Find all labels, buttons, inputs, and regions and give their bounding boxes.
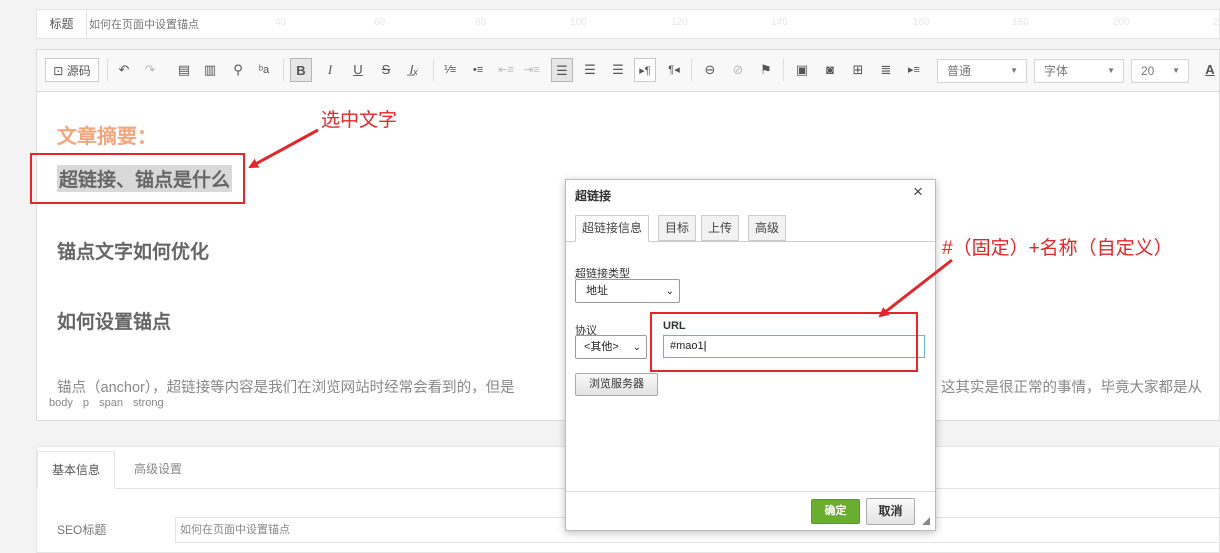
- toolbar-separator: [283, 59, 284, 81]
- paste-text-icon[interactable]: ▥: [199, 58, 221, 82]
- seo-title-label: SEO标题: [57, 523, 107, 537]
- annotation-box-selection: [30, 153, 245, 204]
- italic-button[interactable]: I: [319, 58, 341, 82]
- text-color-icon[interactable]: A: [1199, 58, 1220, 82]
- toolbar-separator: [783, 59, 784, 81]
- editor-toolbar: ⊡ 源码 ↶ ↷ ▤ ▥ ⚲ ᵇa B I U S I̲ₓ ⅟≡ •≡ ⇤≡ ⇥…: [37, 50, 1219, 92]
- chevron-down-icon: ▼: [1010, 66, 1018, 75]
- path-item[interactable]: body: [49, 397, 73, 409]
- underline-button[interactable]: U: [347, 58, 369, 82]
- path-item[interactable]: span: [99, 397, 123, 409]
- anchor-flag-icon[interactable]: ⚑: [755, 58, 777, 82]
- tab-link-info[interactable]: 超链接信息: [575, 215, 650, 242]
- tab-advanced-settings[interactable]: 高级设置: [120, 451, 196, 489]
- annotation-url-hint: #（固定）+名称（自定义）: [942, 238, 1173, 259]
- toolbar-separator: [107, 59, 108, 81]
- size-select-value: 20: [1141, 64, 1155, 78]
- table-icon[interactable]: ⊞: [847, 58, 869, 82]
- browse-server-button[interactable]: 浏览服务器: [575, 373, 658, 396]
- align-center-icon[interactable]: ☰: [579, 58, 601, 82]
- unlink-icon[interactable]: ⊘: [727, 58, 749, 82]
- remove-format-icon[interactable]: I̲ₓ: [403, 58, 425, 82]
- title-input[interactable]: [89, 14, 609, 34]
- page: 40 60 80 100 120 140 160 180 200 2 标题 ⊡ …: [0, 0, 1220, 553]
- toolbar-separator: [433, 59, 434, 81]
- ruler-mark: 160: [913, 17, 930, 28]
- font-select-value: 字体: [1044, 64, 1069, 78]
- strikethrough-button[interactable]: S: [375, 58, 397, 82]
- ltr-icon[interactable]: ▸¶: [634, 58, 656, 82]
- horizontal-rule-icon[interactable]: ≣: [875, 58, 897, 82]
- ruler-mark: 200: [1113, 17, 1130, 28]
- link-icon[interactable]: ⊖: [699, 58, 721, 82]
- chevron-down-icon: ▼: [1172, 66, 1180, 75]
- chevron-down-icon: ⌄: [665, 286, 674, 297]
- ruler-mark: 2: [1213, 17, 1219, 28]
- numbered-list-icon[interactable]: ⅟≡: [439, 58, 461, 82]
- dialog-title: 超链接: [575, 189, 612, 203]
- link-type-value: 地址: [586, 285, 608, 297]
- bullet-list-icon[interactable]: •≡: [467, 58, 489, 82]
- bold-button[interactable]: B: [290, 58, 312, 82]
- link-type-select[interactable]: 地址 ⌄: [575, 279, 680, 303]
- find-icon[interactable]: ⚲: [227, 58, 249, 82]
- protocol-value: <其他>: [584, 341, 619, 353]
- ok-button[interactable]: 确定: [811, 499, 860, 524]
- protocol-select[interactable]: <其他> ⌄: [575, 335, 647, 359]
- align-right-icon[interactable]: ☰: [607, 58, 629, 82]
- resize-handle-icon[interactable]: [922, 517, 930, 525]
- format-select-value: 普通: [947, 64, 972, 78]
- close-icon[interactable]: ×: [909, 183, 927, 201]
- paragraph-right: 这其实是很正常的事情，毕竟大家都是从: [941, 380, 1202, 396]
- ruler-mark: 180: [1012, 17, 1029, 28]
- title-label: 标题: [37, 10, 87, 38]
- align-left-icon[interactable]: ☰: [551, 58, 573, 82]
- cancel-button[interactable]: 取消: [866, 498, 915, 525]
- outdent-icon[interactable]: ⇤≡: [495, 58, 517, 82]
- replace-icon[interactable]: ᵇa: [253, 58, 275, 82]
- indent-icon[interactable]: ⇥≡: [521, 58, 543, 82]
- paste-icon[interactable]: ▤: [173, 58, 195, 82]
- format-select[interactable]: 普通 ▼: [937, 59, 1027, 83]
- page-break-icon[interactable]: ▸≡: [903, 58, 925, 82]
- dialog-footer: 确定 取消: [566, 491, 935, 530]
- redo-icon[interactable]: ↷: [139, 58, 161, 82]
- flash-icon[interactable]: ◙: [819, 58, 841, 82]
- rtl-icon[interactable]: ¶◂: [663, 58, 685, 82]
- title-row: 40 60 80 100 120 140 160 180 200 2 标题: [36, 9, 1220, 39]
- tab-upload[interactable]: 上传: [701, 215, 740, 241]
- annotation-select-text: 选中文字: [321, 110, 398, 131]
- source-icon: ⊡: [53, 64, 64, 78]
- chevron-down-icon: ⌄: [632, 342, 641, 353]
- heading: 如何设置锚点: [57, 312, 172, 333]
- size-select[interactable]: 20 ▼: [1131, 59, 1189, 83]
- ruler-mark: 140: [771, 17, 788, 28]
- undo-icon[interactable]: ↶: [113, 58, 135, 82]
- source-button[interactable]: ⊡ 源码: [45, 58, 99, 82]
- ruler-mark: 120: [671, 17, 688, 28]
- tab-advanced[interactable]: 高级: [748, 215, 787, 241]
- annotation-box-url: [650, 312, 918, 372]
- dialog-tabs: 超链接信息 目标 上传 高级: [566, 215, 935, 242]
- heading: 锚点文字如何优化: [57, 242, 210, 263]
- tab-basic-info[interactable]: 基本信息: [37, 451, 116, 489]
- chevron-down-icon: ▼: [1107, 66, 1115, 75]
- tab-target[interactable]: 目标: [658, 215, 697, 241]
- image-icon[interactable]: ▣: [791, 58, 813, 82]
- source-button-label: 源码: [66, 64, 91, 78]
- toolbar-separator: [691, 59, 692, 81]
- path-item[interactable]: strong: [133, 397, 164, 409]
- path-item[interactable]: p: [83, 397, 89, 409]
- font-select[interactable]: 字体 ▼: [1034, 59, 1124, 83]
- summary-heading: 文章摘要：: [57, 126, 157, 148]
